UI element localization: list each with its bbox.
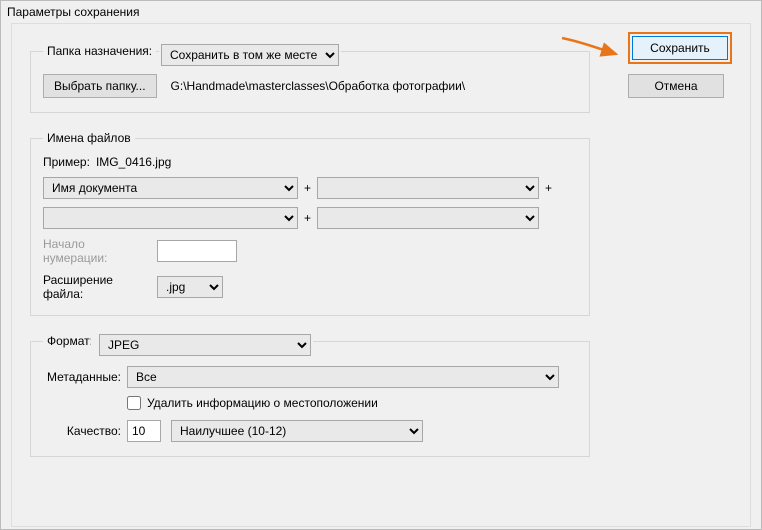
filename-token-4-select[interactable] — [317, 207, 539, 229]
save-button[interactable]: Сохранить — [632, 36, 728, 60]
filenames-group: Имена файлов Пример: IMG_0416.jpg Имя до… — [30, 131, 590, 316]
quality-preset-select[interactable]: Наилучшее (10-12) — [171, 420, 423, 442]
format-select[interactable]: JPEG — [99, 334, 311, 356]
main-column: Папка назначения: Сохранить в том же мес… — [30, 44, 590, 475]
plus-2: + — [545, 181, 552, 195]
save-button-highlight: Сохранить — [628, 32, 732, 64]
plus-3: + — [304, 211, 311, 225]
destination-path: G:\Handmade\masterclasses\Обработка фото… — [171, 79, 466, 93]
dialog-content: Сохранить Отмена Папка назначения: Сохра… — [11, 23, 751, 527]
cancel-button[interactable]: Отмена — [628, 74, 724, 98]
format-legend: Формат: — [43, 334, 97, 348]
format-group: Формат: JPEG Метаданные: Все Удалить инф… — [30, 334, 590, 457]
example-label: Пример: — [43, 155, 90, 169]
filename-token-3-select[interactable] — [43, 207, 298, 229]
filename-token-1-select[interactable]: Имя документа — [43, 177, 298, 199]
plus-1: + — [304, 181, 311, 195]
quality-label: Качество: — [43, 424, 121, 438]
metadata-select[interactable]: Все — [127, 366, 559, 388]
example-value: IMG_0416.jpg — [96, 155, 171, 169]
filenames-legend: Имена файлов — [43, 131, 135, 145]
numbering-start-input — [157, 240, 237, 262]
choose-folder-button[interactable]: Выбрать папку... — [43, 74, 157, 98]
remove-location-label: Удалить информацию о местоположении — [147, 396, 378, 410]
extension-label: Расширение файла: — [43, 273, 151, 301]
quality-input[interactable] — [127, 420, 161, 442]
metadata-label: Метаданные: — [43, 370, 121, 384]
extension-select[interactable]: .jpg — [157, 276, 223, 298]
destination-legend: Папка назначения: — [43, 44, 156, 58]
remove-location-checkbox[interactable] — [127, 396, 141, 410]
window-title: Параметры сохранения — [1, 1, 761, 23]
dialog-window: Параметры сохранения Сохранить Отмена Па… — [0, 0, 762, 530]
side-buttons: Сохранить Отмена — [628, 32, 738, 98]
destination-mode-select[interactable]: Сохранить в том же месте — [161, 44, 339, 66]
numbering-start-label: Начало нумерации: — [43, 237, 151, 265]
destination-group: Папка назначения: Сохранить в том же мес… — [30, 44, 590, 113]
filename-token-2-select[interactable] — [317, 177, 539, 199]
